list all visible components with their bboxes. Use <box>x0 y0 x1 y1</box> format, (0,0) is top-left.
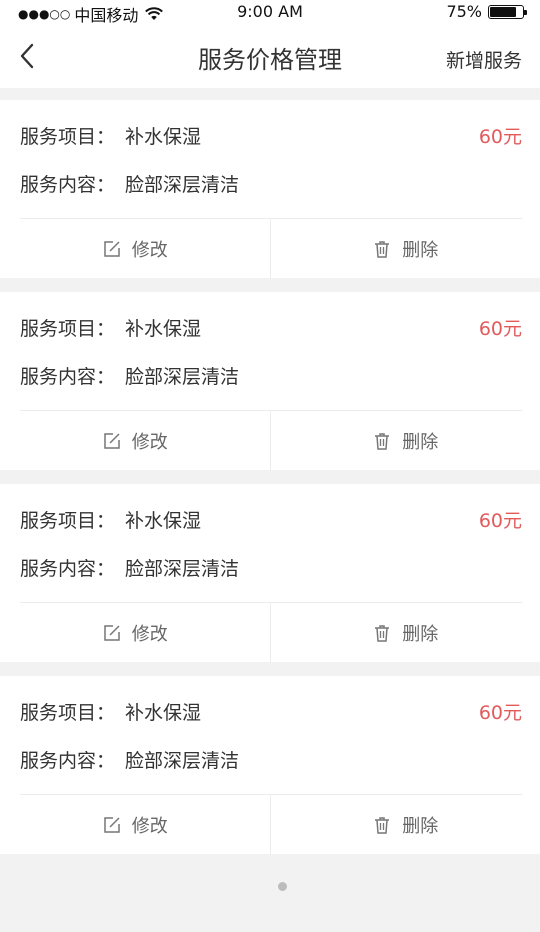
battery-icon <box>488 4 527 19</box>
edit-button[interactable]: 修改 <box>0 603 270 662</box>
service-item-label: 服务项目： <box>20 126 116 148</box>
edit-icon <box>104 432 120 449</box>
battery-fill <box>490 6 516 17</box>
edit-label: 修改 <box>131 623 168 645</box>
card-actions: 修改 删除 <box>0 603 540 662</box>
trash-icon <box>375 816 390 834</box>
trash-icon <box>375 240 390 258</box>
service-item-row: 服务项目： 补水保湿 <box>20 698 201 725</box>
delete-label: 删除 <box>402 815 439 837</box>
card-actions: 修改 删除 <box>0 219 540 278</box>
service-content-label: 服务内容： <box>20 558 116 580</box>
battery-percent: 75% <box>446 2 482 21</box>
delete-button[interactable]: 删除 <box>269 603 540 662</box>
service-item-row: 服务项目： 补水保湿 <box>20 314 201 341</box>
service-content-value: 脸部深层清洁 <box>125 558 240 580</box>
edit-label: 修改 <box>131 431 168 453</box>
edit-icon <box>104 240 120 257</box>
page-indicator-dot <box>278 882 287 891</box>
service-content-row: 服务内容： 脸部深层清洁 <box>20 170 239 197</box>
service-list: 服务项目： 补水保湿 60元 服务内容： 脸部深层清洁 修改 删除 服务项目： 补水保… <box>0 100 540 868</box>
service-item-value: 补水保湿 <box>125 126 202 148</box>
service-item-label: 服务项目： <box>20 702 116 724</box>
service-content-row: 服务内容： 脸部深层清洁 <box>20 362 239 389</box>
service-item-row: 服务项目： 补水保湿 <box>20 122 201 149</box>
service-price: 60元 <box>478 318 522 340</box>
edit-label: 修改 <box>131 239 168 261</box>
service-price: 60元 <box>478 126 522 148</box>
service-content-label: 服务内容： <box>20 174 116 196</box>
edit-button[interactable]: 修改 <box>0 411 270 470</box>
service-item-label: 服务项目： <box>20 510 116 532</box>
service-item-value: 补水保湿 <box>125 702 202 724</box>
card-actions: 修改 删除 <box>0 795 540 854</box>
delete-button[interactable]: 删除 <box>269 795 540 854</box>
status-right: 75% <box>446 2 527 21</box>
service-content-row: 服务内容： 脸部深层清洁 <box>20 746 239 773</box>
service-card: 服务项目： 补水保湿 60元 服务内容： 脸部深层清洁 修改 删除 <box>0 292 540 470</box>
service-item-label: 服务项目： <box>20 318 116 340</box>
edit-button[interactable]: 修改 <box>0 219 270 278</box>
edit-icon <box>104 624 120 641</box>
trash-icon <box>375 432 390 450</box>
add-service-button[interactable]: 新增服务 <box>446 46 522 73</box>
service-content-value: 脸部深层清洁 <box>125 174 240 196</box>
service-item-value: 补水保湿 <box>125 510 202 532</box>
trash-icon <box>375 624 390 642</box>
service-content-value: 脸部深层清洁 <box>125 750 240 772</box>
service-price: 60元 <box>478 510 522 532</box>
delete-label: 删除 <box>402 431 439 453</box>
edit-label: 修改 <box>131 815 168 837</box>
service-item-value: 补水保湿 <box>125 318 202 340</box>
delete-label: 删除 <box>402 623 439 645</box>
battery-tip <box>524 9 527 15</box>
delete-button[interactable]: 删除 <box>269 219 540 278</box>
nav-bar: 服务价格管理 新增服务 <box>0 24 540 88</box>
delete-button[interactable]: 删除 <box>269 411 540 470</box>
edit-icon <box>104 816 120 833</box>
service-price: 60元 <box>478 702 522 724</box>
status-bar: ●●●○○ 中国移动 9:00 AM 75% <box>0 0 540 25</box>
service-content-label: 服务内容： <box>20 750 116 772</box>
delete-label: 删除 <box>402 239 439 261</box>
service-item-row: 服务项目： 补水保湿 <box>20 506 201 533</box>
service-card: 服务项目： 补水保湿 60元 服务内容： 脸部深层清洁 修改 删除 <box>0 676 540 854</box>
edit-button[interactable]: 修改 <box>0 795 270 854</box>
service-content-row: 服务内容： 脸部深层清洁 <box>20 554 239 581</box>
card-actions: 修改 删除 <box>0 411 540 470</box>
service-content-label: 服务内容： <box>20 366 116 388</box>
service-card: 服务项目： 补水保湿 60元 服务内容： 脸部深层清洁 修改 删除 <box>0 484 540 662</box>
service-content-value: 脸部深层清洁 <box>125 366 240 388</box>
service-card: 服务项目： 补水保湿 60元 服务内容： 脸部深层清洁 修改 删除 <box>0 100 540 278</box>
